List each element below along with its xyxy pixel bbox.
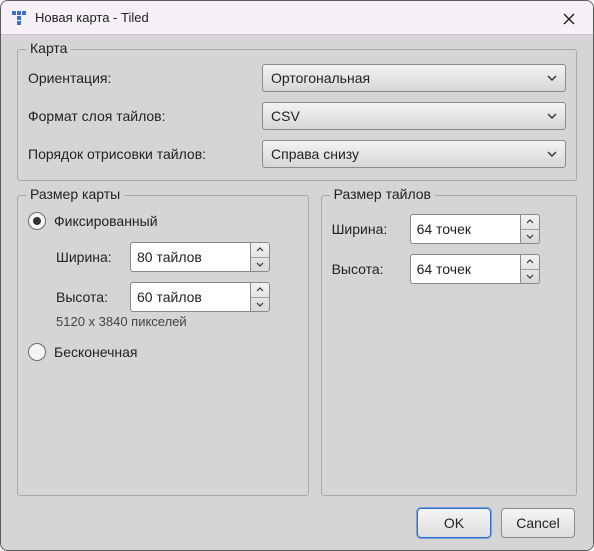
map-width-down[interactable]	[251, 258, 269, 272]
map-height-value: 60 тайлов	[130, 282, 250, 312]
map-height-spinner[interactable]: 60 тайлов	[130, 282, 270, 312]
dialog-footer: OK Cancel	[17, 496, 577, 538]
map-width-label: Ширина:	[56, 249, 124, 265]
cancel-button[interactable]: Cancel	[501, 508, 575, 538]
infinite-radio-row: Бесконечная	[28, 343, 298, 361]
tile-width-down[interactable]	[521, 230, 539, 244]
render-order-value: Справа снизу	[271, 146, 359, 162]
tile-width-steppers	[520, 214, 540, 244]
dialog-window: Новая карта - Tiled Карта Ориентация: Ор…	[0, 0, 594, 551]
titlebar: Новая карта - Tiled	[1, 1, 593, 35]
close-button[interactable]	[555, 5, 583, 33]
map-width-spinner[interactable]: 80 тайлов	[130, 242, 270, 272]
dialog-content: Карта Ориентация: Ортогональная Формат с…	[1, 35, 593, 550]
map-width-up[interactable]	[251, 243, 269, 258]
size-columns: Размер карты Фиксированный Ширина: 80 та…	[17, 195, 577, 496]
orientation-value: Ортогональная	[271, 70, 370, 86]
render-order-row: Порядок отрисовки тайлов: Справа снизу	[28, 140, 566, 168]
map-group-legend: Карта	[26, 40, 71, 56]
map-width-steppers	[250, 242, 270, 272]
map-height-row: Высота: 60 тайлов	[56, 282, 298, 312]
close-icon	[563, 13, 575, 25]
tile-height-steppers	[520, 254, 540, 284]
fixed-radio[interactable]	[28, 212, 46, 230]
infinite-radio[interactable]	[28, 343, 46, 361]
layer-format-select[interactable]: CSV	[262, 102, 566, 130]
tile-size-group: Размер тайлов Ширина: 64 точек Высота:	[321, 195, 577, 496]
tile-size-legend: Размер тайлов	[330, 186, 435, 202]
map-height-label: Высота:	[56, 289, 124, 305]
tile-height-up[interactable]	[521, 255, 539, 270]
layer-format-value: CSV	[271, 108, 300, 124]
tile-height-down[interactable]	[521, 270, 539, 284]
tile-width-up[interactable]	[521, 215, 539, 230]
fixed-radio-row: Фиксированный	[28, 212, 298, 230]
render-order-label: Порядок отрисовки тайлов:	[28, 146, 256, 162]
layer-format-row: Формат слоя тайлов: CSV	[28, 102, 566, 130]
chevron-down-icon	[547, 75, 557, 81]
tile-height-spinner[interactable]: 64 точек	[410, 254, 540, 284]
dialog-title: Новая карта - Tiled	[35, 10, 149, 25]
map-height-steppers	[250, 282, 270, 312]
map-size-group: Размер карты Фиксированный Ширина: 80 та…	[17, 195, 309, 496]
ok-button[interactable]: OK	[417, 508, 491, 538]
map-width-row: Ширина: 80 тайлов	[56, 242, 298, 272]
tile-height-row: Высота: 64 точек	[332, 254, 566, 284]
tile-height-value: 64 точек	[410, 254, 520, 284]
map-height-up[interactable]	[251, 283, 269, 298]
orientation-row: Ориентация: Ортогональная	[28, 64, 566, 92]
map-size-fields: Ширина: 80 тайлов Высота: 60 тайлов	[28, 242, 298, 312]
chevron-down-icon	[547, 113, 557, 119]
chevron-down-icon	[547, 151, 557, 157]
map-size-legend: Размер карты	[26, 186, 124, 202]
tile-width-spinner[interactable]: 64 точек	[410, 214, 540, 244]
tile-width-label: Ширина:	[332, 221, 404, 237]
fixed-radio-label: Фиксированный	[54, 213, 158, 229]
infinite-radio-label: Бесконечная	[54, 344, 138, 360]
orientation-select[interactable]: Ортогональная	[262, 64, 566, 92]
app-icon	[11, 10, 27, 26]
map-width-value: 80 тайлов	[130, 242, 250, 272]
map-height-down[interactable]	[251, 298, 269, 312]
map-group: Карта Ориентация: Ортогональная Формат с…	[17, 49, 577, 181]
tile-width-value: 64 точек	[410, 214, 520, 244]
tile-width-row: Ширина: 64 точек	[332, 214, 566, 244]
tile-height-label: Высота:	[332, 261, 404, 277]
orientation-label: Ориентация:	[28, 70, 256, 86]
layer-format-label: Формат слоя тайлов:	[28, 108, 256, 124]
pixel-size-hint: 5120 x 3840 пикселей	[28, 314, 298, 329]
render-order-select[interactable]: Справа снизу	[262, 140, 566, 168]
